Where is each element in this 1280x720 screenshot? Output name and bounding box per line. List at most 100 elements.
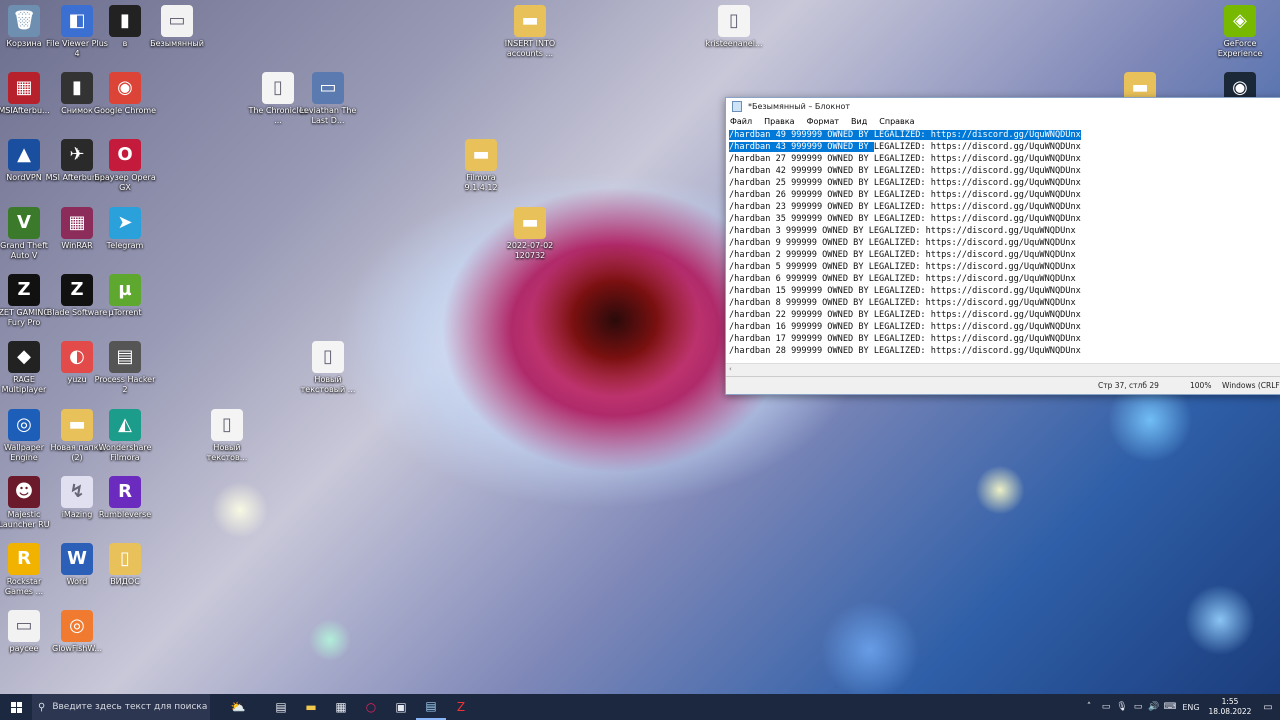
desktop-icon[interactable]: ▯ Новый текстов...	[195, 409, 259, 463]
app-icon: ◧	[61, 5, 93, 37]
tray-tablet-icon[interactable]: ▭	[1098, 694, 1114, 720]
app-icon: ▭	[8, 610, 40, 642]
text-line: /hardban 42 999999 OWNED BY LEGALIZED: h…	[729, 166, 1081, 176]
app-icon: ▯	[262, 72, 294, 104]
app-icon: 🗑	[8, 5, 40, 37]
notepad-menubar: Файл Правка Формат Вид Справка	[726, 115, 1280, 128]
zoom-level: 100%	[1190, 381, 1212, 390]
app-icon: ▭	[161, 5, 193, 37]
app-icon: ▮	[61, 72, 93, 104]
app-icon: ◉	[109, 72, 141, 104]
app-icon: ◎	[61, 610, 93, 642]
desktop-icon-label: paycee	[9, 644, 39, 653]
taskbar: ⚲ Введите здесь текст для поиска ⛅ ▤ ▬ ▦…	[0, 694, 1280, 720]
text-line: /hardban 43 999999 OWNED BY LEGALIZED: h…	[729, 142, 1081, 152]
notepad-titlebar[interactable]: *Безымянный – Блокнот	[726, 98, 1280, 115]
keyboard-icon[interactable]: ⌨	[1162, 694, 1178, 720]
text-line: /hardban 6 999999 OWNED BY LEGALIZED: ht…	[729, 274, 1076, 284]
desktop-icon[interactable]: ▬ Filmora 9.1.4.12	[449, 139, 513, 193]
desktop-icon[interactable]: ◈ GeForce Experience	[1208, 5, 1272, 59]
desktop-icon-label: Безымянный	[150, 39, 204, 48]
desktop-icon-label: INSERT INTO accounts ...	[504, 39, 556, 58]
text-line: /hardban 2 999999 OWNED BY LEGALIZED: ht…	[729, 250, 1076, 260]
desktop-icon-label: yuzu	[67, 375, 87, 384]
menu-format[interactable]: Формат	[807, 117, 839, 126]
taskbar-search-box[interactable]: ⚲ Введите здесь текст для поиска	[32, 694, 210, 720]
desktop-icon[interactable]: R Rumbleverse	[93, 476, 157, 520]
zet-taskbar-icon[interactable]: Z	[446, 694, 476, 720]
windows-icon	[10, 701, 22, 713]
desktop-icon[interactable]: O Браузер Opera GX	[93, 139, 157, 193]
window-switch-icon[interactable]: ▣	[386, 694, 416, 720]
microphone-icon[interactable]: 🎙	[1114, 694, 1130, 720]
app-icon: ☻	[8, 476, 40, 508]
volume-icon[interactable]: 🔊	[1146, 694, 1162, 720]
scroll-left-icon[interactable]: ‹	[729, 365, 732, 373]
desktop-icon[interactable]: ▬ 2022-07-02 120732	[498, 207, 562, 261]
file-explorer-icon[interactable]: ▬	[296, 694, 326, 720]
desktop-icon-label: Wondershare Filmora	[98, 443, 152, 462]
news-weather-icon[interactable]: ⛅	[210, 694, 266, 720]
clock-date: 18.08.2022	[1208, 707, 1252, 716]
text-line: /hardban 9 999999 OWNED BY LEGALIZED: ht…	[729, 238, 1076, 248]
notepad-taskbar-icon[interactable]: ▤	[416, 694, 446, 720]
app-icon: Z	[8, 274, 40, 306]
text-line: /hardban 28 999999 OWNED BY LEGALIZED: h…	[729, 346, 1081, 356]
menu-view[interactable]: Вид	[851, 117, 867, 126]
task-view-icon[interactable]: ▤	[266, 694, 296, 720]
desktop-icon[interactable]: ◎ GlowFishW...	[45, 610, 109, 654]
desktop-icon-label: Снимок	[61, 106, 93, 115]
app-icon: ▭	[312, 72, 344, 104]
desktop-icon-label: Google Chrome	[93, 106, 157, 115]
desktop-icon-label: NordVPN	[6, 173, 42, 182]
search-placeholder: Введите здесь текст для поиска	[52, 702, 208, 712]
menu-edit[interactable]: Правка	[764, 117, 794, 126]
notepad-text-area[interactable]: /hardban 49 999999 OWNED BY LEGALIZED: h…	[727, 129, 1280, 363]
app-icon: O	[109, 139, 141, 171]
text-line: /hardban 49 999999 OWNED BY LEGALIZED: h…	[729, 130, 1081, 140]
clock[interactable]: 1:55 18.08.2022	[1204, 697, 1256, 717]
language-indicator[interactable]: ENG	[1178, 694, 1204, 720]
network-icon[interactable]: ▭	[1130, 694, 1146, 720]
desktop-icon[interactable]: ▯ kristeenanel...	[702, 5, 766, 49]
desktop-icon[interactable]: ▭ Leviathan The Last D...	[296, 72, 360, 126]
app-icon: ▬	[514, 207, 546, 239]
desktop-icon[interactable]: ◭ Wondershare Filmora	[93, 409, 157, 463]
show-hidden-icons[interactable]: ˄	[1080, 694, 1098, 720]
app-icon: ◎	[8, 409, 40, 441]
text-line: /hardban 5 999999 OWNED BY LEGALIZED: ht…	[729, 262, 1076, 272]
menu-file[interactable]: Файл	[730, 117, 752, 126]
desktop-icon[interactable]: µ µTorrent	[93, 274, 157, 318]
text-line: /hardban 26 999999 OWNED BY LEGALIZED: h…	[729, 190, 1081, 200]
app-icon: R	[109, 476, 141, 508]
desktop-icon[interactable]: ▭ Безымянный	[145, 5, 209, 49]
app-icon: ◐	[61, 341, 93, 373]
start-button[interactable]	[0, 694, 32, 720]
text-line: /hardban 17 999999 OWNED BY LEGALIZED: h…	[729, 334, 1081, 344]
desktop-icon[interactable]: ▤ Process Hacker 2	[93, 341, 157, 395]
app-icon: W	[61, 543, 93, 575]
desktop-icon[interactable]: ▯ ВИДОС	[93, 543, 157, 587]
desktop-icon-label: µTorrent	[108, 308, 142, 317]
desktop-icon-label: Word	[66, 577, 88, 586]
menu-help[interactable]: Справка	[879, 117, 914, 126]
desktop-icon-label: ВИДОС	[110, 577, 140, 586]
text-line: /hardban 15 999999 OWNED BY LEGALIZED: h…	[729, 286, 1081, 296]
desktop-icon[interactable]: ▬ INSERT INTO accounts ...	[498, 5, 562, 59]
desktop-icon-label: Process Hacker 2	[94, 375, 156, 394]
app-icon: ↯	[61, 476, 93, 508]
app-icon: ▤	[109, 341, 141, 373]
desktop-icon[interactable]: ▯ Новый текстовый ...	[296, 341, 360, 395]
desktop-icon[interactable]: ◉ Google Chrome	[93, 72, 157, 116]
text-line: /hardban 27 999999 OWNED BY LEGALIZED: h…	[729, 154, 1081, 164]
app-icon: ▯	[211, 409, 243, 441]
notepad-window[interactable]: *Безымянный – Блокнот Файл Правка Формат…	[725, 97, 1280, 395]
desktop-icon[interactable]: ➤ Telegram	[93, 207, 157, 251]
store-icon[interactable]: ▦	[326, 694, 356, 720]
horizontal-scrollbar[interactable]: ‹	[726, 363, 1280, 376]
opera-gx-icon[interactable]: ○	[356, 694, 386, 720]
app-icon: ▯	[312, 341, 344, 373]
notification-icon[interactable]: ▭	[1256, 694, 1280, 720]
text-line: /hardban 3 999999 OWNED BY LEGALIZED: ht…	[729, 226, 1076, 236]
app-icon: ◈	[1224, 5, 1256, 37]
